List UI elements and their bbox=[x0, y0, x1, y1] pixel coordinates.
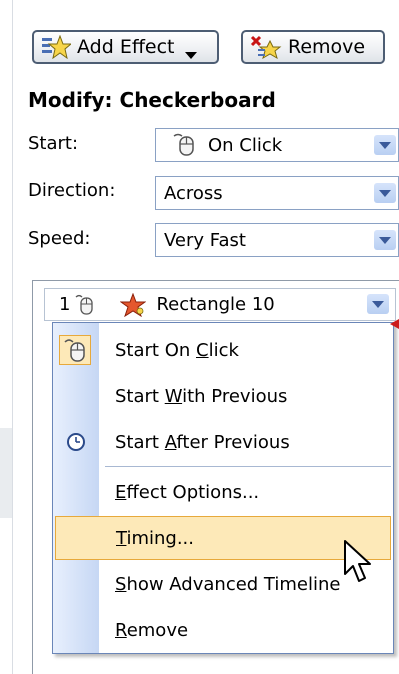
menu-separator bbox=[105, 466, 391, 467]
menu-item-label: Start On Click bbox=[115, 339, 239, 361]
effect-context-menu: Start On Click Start With Previous Start… bbox=[52, 322, 394, 654]
menu-item-start-with-previous[interactable]: Start With Previous bbox=[53, 373, 393, 419]
start-select[interactable]: On Click bbox=[155, 128, 399, 162]
direction-select[interactable]: Across bbox=[155, 176, 399, 210]
remove-label: Remove bbox=[288, 36, 366, 58]
chevron-down-icon bbox=[379, 141, 391, 149]
modify-title: Modify: Checkerboard bbox=[28, 88, 276, 112]
menu-item-remove[interactable]: Remove bbox=[53, 607, 393, 653]
effect-list-item[interactable]: 1 Rectangle 10 bbox=[44, 288, 396, 321]
speed-label: Speed: bbox=[28, 228, 91, 249]
chevron-down-icon bbox=[379, 236, 391, 244]
star-effect-icon bbox=[119, 292, 148, 317]
red-arrow-icon bbox=[390, 312, 399, 329]
menu-item-label: Timing... bbox=[116, 527, 194, 549]
menu-item-start-after-previous[interactable]: Start After Previous bbox=[53, 419, 393, 465]
speed-dropdown-arrow[interactable] bbox=[374, 230, 396, 250]
speed-value: Very Fast bbox=[164, 229, 246, 251]
start-dropdown-arrow[interactable] bbox=[374, 135, 396, 155]
menu-item-start-on-click[interactable]: Start On Click bbox=[53, 327, 393, 373]
remove-effect-button[interactable]: Remove bbox=[241, 30, 385, 64]
menu-item-label: Effect Options... bbox=[115, 481, 260, 503]
direction-label: Direction: bbox=[28, 180, 116, 201]
add-effect-button[interactable]: Add Effect bbox=[32, 30, 219, 64]
menu-item-label: Start With Previous bbox=[115, 385, 288, 407]
mouse-cursor-icon bbox=[343, 540, 373, 586]
menu-item-label: Remove bbox=[115, 619, 189, 641]
direction-dropdown-arrow[interactable] bbox=[374, 183, 396, 203]
mouse-icon bbox=[74, 294, 96, 316]
menu-item-effect-options[interactable]: Effect Options... bbox=[53, 469, 393, 515]
mouse-icon bbox=[170, 133, 198, 157]
pane-left-shadow bbox=[0, 428, 12, 518]
chevron-down-icon bbox=[184, 43, 197, 59]
menu-item-show-advanced-timeline[interactable]: Show Advanced Timeline bbox=[53, 561, 393, 607]
add-effect-star-icon bbox=[41, 34, 73, 60]
direction-value: Across bbox=[164, 182, 223, 204]
start-value: On Click bbox=[208, 134, 283, 156]
speed-select[interactable]: Very Fast bbox=[155, 223, 399, 257]
add-effect-label: Add Effect bbox=[77, 36, 175, 58]
chevron-down-icon bbox=[372, 300, 384, 308]
menu-item-timing[interactable]: Timing... bbox=[55, 516, 391, 560]
start-label: Start: bbox=[28, 133, 79, 154]
clock-icon bbox=[66, 432, 86, 452]
mouse-icon bbox=[59, 335, 91, 365]
chevron-down-icon bbox=[379, 189, 391, 197]
effect-item-dropdown-arrow[interactable] bbox=[367, 294, 389, 314]
effect-name: Rectangle 10 bbox=[156, 294, 275, 315]
menu-item-label: Show Advanced Timeline bbox=[115, 573, 341, 595]
menu-item-label: Start After Previous bbox=[115, 431, 290, 453]
effect-order-number: 1 bbox=[59, 294, 71, 315]
remove-effect-icon bbox=[250, 35, 282, 60]
